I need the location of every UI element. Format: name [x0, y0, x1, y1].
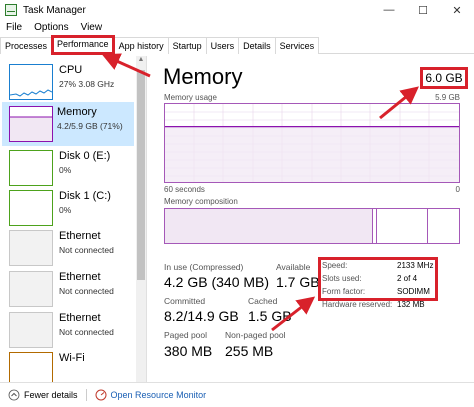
paged-pool-label: Paged pool [164, 330, 208, 340]
sidebar-item-cpu[interactable]: CPU 27% 3.08 GHz [4, 64, 132, 104]
form-factor-value: SODIMM [397, 287, 430, 296]
sidebar-scrollbar[interactable]: ▲ [136, 56, 146, 382]
sidebar: CPU 27% 3.08 GHz Memory 4.2/5.9 GB (71%)… [0, 56, 147, 382]
sidebar-item-label: Disk 0 (E:) [59, 150, 111, 162]
sidebar-item-label: Disk 1 (C:) [59, 190, 111, 202]
sidebar-item-label: Ethernet [59, 230, 101, 242]
sidebar-item-label: CPU [59, 64, 83, 76]
resource-monitor-icon [95, 389, 107, 401]
wifi-thumbnail [9, 352, 53, 382]
total-memory: 6.0 GB [420, 67, 468, 89]
sidebar-item-sub: Not connected [59, 327, 114, 337]
composition-standby [378, 209, 428, 243]
sidebar-item-label: Memory [57, 106, 97, 118]
speed-value: 2133 MHz [397, 261, 434, 270]
time-axis-end: 0 [455, 185, 460, 194]
ethernet-thumbnail [9, 271, 53, 307]
in-use-value: 4.2 GB (340 MB) [164, 274, 270, 290]
sidebar-item-sub: Not connected [59, 245, 114, 255]
memory-usage-graph [164, 103, 460, 183]
available-value: 1.7 GB [276, 274, 320, 290]
open-resource-monitor-link[interactable]: Open Resource Monitor [95, 389, 207, 401]
slots-label: Slots used: [322, 274, 362, 283]
sidebar-item-label: Ethernet [59, 271, 101, 283]
window-title: Task Manager [23, 4, 86, 16]
memory-usage-max: 5.9 GB [435, 93, 460, 102]
in-use-label: In use (Compressed) [164, 262, 244, 272]
cached-value: 1.5 GB [248, 308, 292, 324]
available-label: Available [276, 262, 311, 272]
nonpaged-pool-value: 255 MB [225, 343, 274, 359]
sidebar-item-label: Ethernet [59, 312, 101, 324]
nonpaged-pool-label: Non-paged pool [225, 330, 286, 340]
page-title: Memory [163, 64, 243, 89]
sidebar-item-disk1[interactable]: Disk 1 (C:) 0% [4, 190, 132, 230]
usage-area [165, 126, 459, 182]
menu-bar: File Options View [0, 20, 108, 36]
composition-in-use [165, 209, 373, 243]
cached-label: Cached [248, 296, 278, 306]
paged-pool-value: 380 MB [164, 343, 213, 359]
maximize-button[interactable]: ☐ [406, 0, 440, 20]
tab-details[interactable]: Details [238, 37, 276, 54]
chevron-up-icon [8, 389, 20, 401]
sidebar-item-sub: Not connected [59, 286, 114, 296]
committed-label: Committed [164, 296, 206, 306]
time-axis-label: 60 seconds [164, 185, 205, 194]
fewer-details-button[interactable]: Fewer details [8, 389, 78, 401]
memory-thumbnail [9, 106, 53, 142]
tab-app-history[interactable]: App history [113, 37, 169, 54]
sidebar-item-sub: 0% [59, 165, 72, 175]
footer: Fewer details Open Resource Monitor [0, 382, 474, 407]
sidebar-item-sub: 4.2/5.9 GB (71%) [57, 121, 123, 131]
ethernet-thumbnail [9, 230, 53, 266]
scroll-up-icon[interactable]: ▲ [136, 56, 146, 66]
tab-users[interactable]: Users [205, 37, 240, 54]
menu-view[interactable]: View [75, 20, 109, 36]
sidebar-item-ethernet-1[interactable]: Ethernet Not connected [4, 230, 132, 270]
memory-usage-label: Memory usage [164, 93, 217, 102]
menu-options[interactable]: Options [28, 20, 74, 36]
memory-panel: Memory 6.0 GB Memory usage 5.9 GB 60 sec… [150, 56, 474, 382]
composition-modified [375, 209, 377, 243]
sidebar-item-ethernet-3[interactable]: Ethernet Not connected [4, 312, 132, 352]
committed-value: 8.2/14.9 GB [164, 308, 239, 324]
sidebar-item-ethernet-2[interactable]: Ethernet Not connected [4, 271, 132, 311]
open-resource-monitor-label: Open Resource Monitor [110, 390, 207, 400]
slots-value: 2 of 4 [397, 274, 418, 283]
ethernet-thumbnail [9, 312, 53, 348]
disk-thumbnail [9, 150, 53, 186]
title-bar: Task Manager — ☐ ✕ [0, 0, 474, 20]
sidebar-item-disk0[interactable]: Disk 0 (E:) 0% [4, 150, 132, 190]
minimize-button[interactable]: — [372, 0, 406, 20]
form-factor-label: Form factor: [322, 287, 366, 296]
sidebar-item-memory[interactable]: Memory 4.2/5.9 GB (71%) [2, 102, 134, 146]
tab-bar: Processes Performance App history Startu… [0, 35, 474, 55]
tab-startup[interactable]: Startup [167, 37, 207, 54]
menu-file[interactable]: File [0, 20, 28, 36]
hardware-reserved-label: Hardware reserved: [322, 300, 393, 309]
scroll-thumb[interactable] [137, 70, 145, 280]
cpu-thumbnail [9, 64, 53, 100]
sidebar-item-label: Wi-Fi [59, 352, 85, 364]
tab-services[interactable]: Services [274, 37, 320, 54]
sidebar-item-sub: 0% [59, 205, 72, 215]
sidebar-item-wifi[interactable]: Wi-Fi [4, 352, 132, 382]
tab-processes[interactable]: Processes [0, 37, 53, 54]
hardware-reserved-value: 132 MB [397, 300, 425, 309]
memory-composition-label: Memory composition [164, 197, 238, 206]
close-button[interactable]: ✕ [440, 0, 474, 20]
disk-thumbnail [9, 190, 53, 226]
memory-composition-bar [164, 208, 460, 244]
footer-divider [85, 389, 87, 401]
fewer-details-label: Fewer details [24, 390, 78, 400]
tab-performance[interactable]: Performance [51, 35, 115, 55]
speed-label: Speed: [322, 261, 348, 270]
task-manager-icon [5, 4, 17, 16]
sidebar-item-sub: 27% 3.08 GHz [59, 79, 115, 89]
